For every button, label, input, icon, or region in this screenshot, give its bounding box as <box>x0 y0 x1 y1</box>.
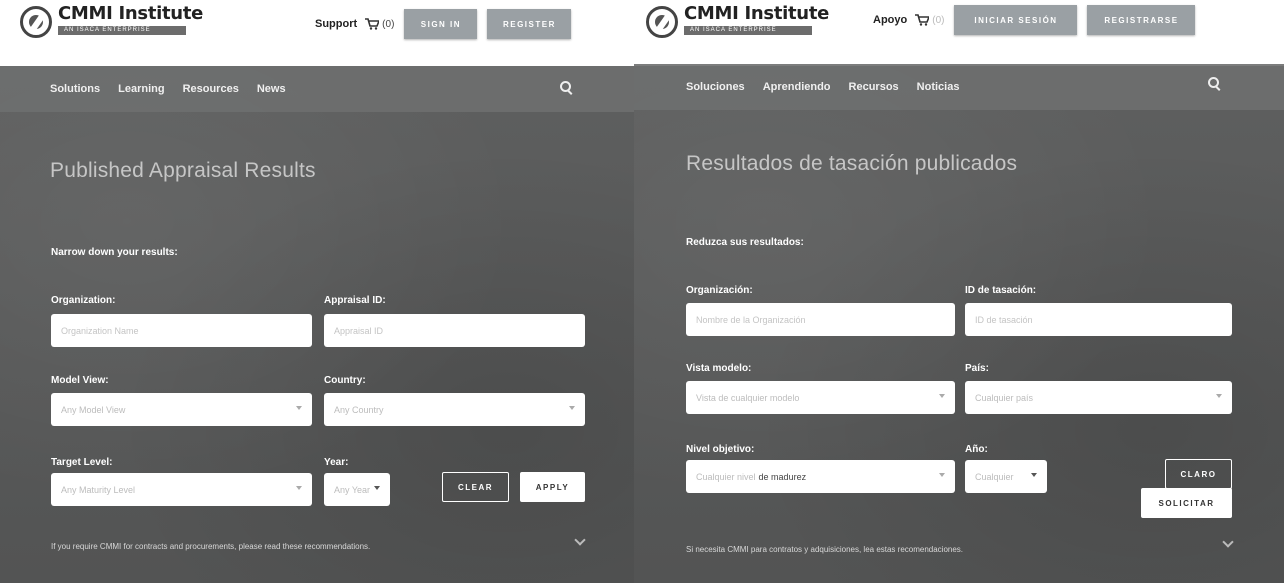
page-title: Published Appraisal Results <box>50 159 316 182</box>
cart-count: (0) <box>932 14 945 26</box>
chevron-down-icon <box>569 406 575 410</box>
appraisal-id-label: Appraisal ID: <box>324 295 386 306</box>
country-select[interactable]: Any Country <box>324 393 585 426</box>
cmmi-logo[interactable]: CMMI Institute AN ISACA ENTERPRISE <box>20 4 203 38</box>
country-value: Any Country <box>334 404 384 415</box>
nav-news[interactable]: News <box>257 83 286 95</box>
nav-learning[interactable]: Aprendiendo <box>763 81 831 93</box>
logo-name: CMMI Institute <box>684 3 830 24</box>
utility-nav: Support (0) SIGN IN REGISTER <box>315 9 581 39</box>
cmmi-logo-icon <box>646 6 678 38</box>
chevron-down-icon <box>1216 394 1222 398</box>
top-bar: CMMI Institute AN ISACA ENTERPRISE Apoyo… <box>634 0 1284 66</box>
target-level-label: Target Level: <box>51 457 113 468</box>
nav-solutions[interactable]: Solutions <box>50 83 100 95</box>
sign-in-button[interactable]: INICIAR SESIÓN <box>954 5 1078 35</box>
cart-link[interactable]: (0) <box>365 18 394 30</box>
page-title: Resultados de tasación publicados <box>686 152 1018 175</box>
apply-button[interactable]: APPLY <box>520 472 585 502</box>
logo-tagline: AN ISACA ENTERPRISE <box>684 26 812 35</box>
spanish-panel: CMMI Institute AN ISACA ENTERPRISE Apoyo… <box>634 0 1284 583</box>
logo-tagline: AN ISACA ENTERPRISE <box>58 26 186 35</box>
chevron-down-icon <box>939 394 945 398</box>
narrow-heading: Narrow down your results: <box>51 247 178 258</box>
year-select[interactable]: Cualquier <box>965 460 1047 493</box>
hero-section: Soluciones Aprendiendo Recursos Noticias… <box>634 64 1284 583</box>
chevron-down-icon <box>1031 473 1037 477</box>
nav-resources[interactable]: Recursos <box>849 81 899 93</box>
main-nav: Solutions Learning Resources News <box>0 66 634 112</box>
organization-input[interactable] <box>686 303 955 336</box>
support-link[interactable]: Apoyo <box>873 14 907 26</box>
chevron-down-icon <box>374 486 380 490</box>
appraisal-id-input[interactable] <box>324 314 585 347</box>
nav-learning[interactable]: Learning <box>118 83 164 95</box>
apply-button[interactable]: SOLICITAR <box>1141 488 1232 518</box>
year-label: Año: <box>965 444 988 455</box>
support-link[interactable]: Support <box>315 18 357 30</box>
chevron-down-icon[interactable] <box>574 534 586 546</box>
target-level-select[interactable]: Cualquier nivel de madurez <box>686 460 955 493</box>
sign-in-button[interactable]: SIGN IN <box>404 9 478 39</box>
country-select[interactable]: Cualquier país <box>965 381 1232 414</box>
nav-resources[interactable]: Resources <box>183 83 239 95</box>
target-level-label: Nivel objetivo: <box>686 444 755 455</box>
cmmi-logo[interactable]: CMMI Institute AN ISACA ENTERPRISE <box>646 4 829 38</box>
search-icon[interactable] <box>560 81 574 95</box>
year-select[interactable]: Any Year <box>324 473 390 506</box>
organization-label: Organización: <box>686 285 753 296</box>
cart-link[interactable]: (0) <box>915 14 944 26</box>
country-value: Cualquier país <box>975 392 1034 403</box>
chevron-down-icon <box>296 486 302 490</box>
english-panel: CMMI Institute AN ISACA ENTERPRISE Suppo… <box>0 0 634 583</box>
cart-icon <box>915 14 930 26</box>
organization-label: Organization: <box>51 295 116 306</box>
model-view-select[interactable]: Any Model View <box>51 393 312 426</box>
clear-button[interactable]: CLEAR <box>442 472 509 502</box>
target-level-value-dark: de madurez <box>758 471 807 482</box>
organization-input[interactable] <box>51 314 312 347</box>
target-level-select[interactable]: Any Maturity Level <box>51 473 312 506</box>
hero-section: Solutions Learning Resources News Publis… <box>0 66 634 583</box>
top-bar: CMMI Institute AN ISACA ENTERPRISE Suppo… <box>0 0 634 66</box>
nav-news[interactable]: Noticias <box>917 81 960 93</box>
country-label: País: <box>965 363 989 374</box>
nav-solutions[interactable]: Soluciones <box>686 81 745 93</box>
search-icon[interactable] <box>1208 77 1222 91</box>
register-button[interactable]: REGISTER <box>487 9 572 39</box>
recommendations-note[interactable]: If you require CMMI for contracts and pr… <box>51 542 370 551</box>
chevron-down-icon <box>296 406 302 410</box>
model-view-value: Any Model View <box>61 404 126 415</box>
model-view-value: Vista de cualquier modelo <box>696 392 800 403</box>
appraisal-id-label: ID de tasación: <box>965 285 1037 296</box>
model-view-select[interactable]: Vista de cualquier modelo <box>686 381 955 414</box>
target-level-value: Any Maturity Level <box>61 484 136 495</box>
utility-nav: Apoyo (0) INICIAR SESIÓN REGISTRARSE <box>873 5 1205 35</box>
cart-count: (0) <box>382 18 395 30</box>
year-label: Year: <box>324 457 349 468</box>
clear-button[interactable]: CLARO <box>1165 459 1232 489</box>
register-button[interactable]: REGISTRARSE <box>1087 5 1196 35</box>
appraisal-id-input[interactable] <box>965 303 1232 336</box>
model-view-label: Model View: <box>51 375 109 386</box>
cmmi-logo-icon <box>20 6 52 38</box>
year-value: Cualquier <box>975 471 1014 482</box>
logo-name: CMMI Institute <box>58 3 204 24</box>
narrow-heading: Reduzca sus resultados: <box>686 237 804 248</box>
chevron-down-icon[interactable] <box>1222 536 1234 548</box>
recommendations-note[interactable]: Si necesita CMMI para contratos y adquis… <box>686 545 963 554</box>
target-level-value-light: Cualquier nivel <box>696 471 756 482</box>
chevron-down-icon <box>939 473 945 477</box>
country-label: Country: <box>324 375 366 386</box>
year-value: Any Year <box>334 484 371 495</box>
cart-icon <box>365 18 380 30</box>
main-nav: Soluciones Aprendiendo Recursos Noticias <box>634 64 1284 110</box>
model-view-label: Vista modelo: <box>686 363 752 374</box>
